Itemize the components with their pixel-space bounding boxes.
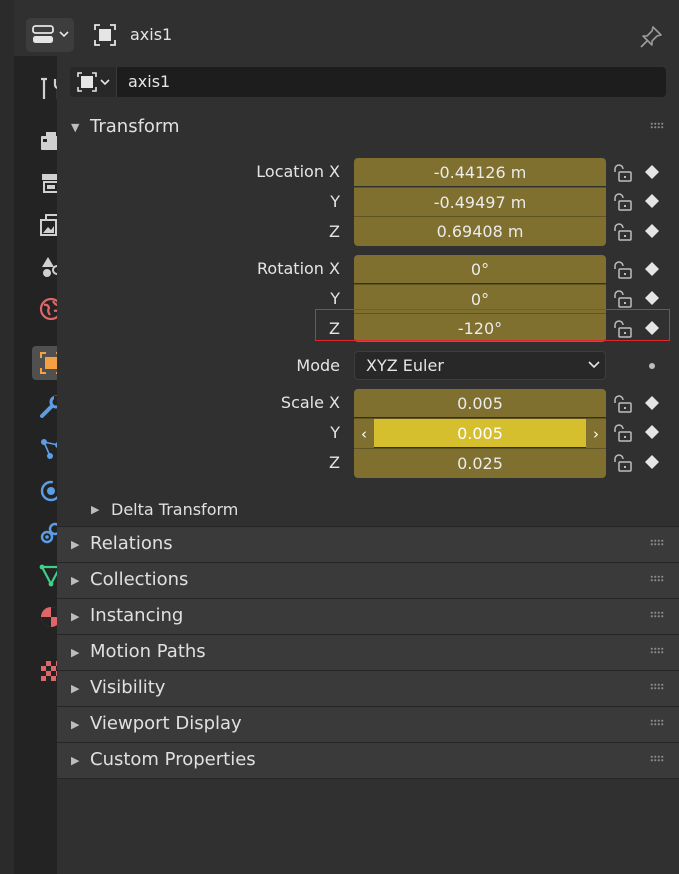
- location-x-label: Location X: [256, 162, 340, 181]
- location-y-field[interactable]: -0.49497 m: [354, 187, 606, 216]
- viewport-display-panel-header[interactable]: ▶ Viewport Display: [57, 706, 679, 742]
- expand-triangle-icon: ▶: [71, 538, 80, 551]
- object-type-dropdown[interactable]: [70, 67, 117, 97]
- keyframe-icon[interactable]: [644, 454, 660, 470]
- transform-title: Transform: [90, 116, 180, 137]
- viewport-edge: [0, 0, 14, 874]
- instancing-panel-header[interactable]: ▶ Instancing: [57, 598, 679, 634]
- rotation-x-label: Rotation X: [257, 259, 340, 278]
- keyframe-icon[interactable]: [644, 261, 660, 277]
- expand-triangle-icon: ▶: [71, 646, 80, 659]
- collapse-triangle-icon: ▼: [71, 121, 80, 134]
- location-x-field[interactable]: -0.44126 m: [354, 158, 606, 186]
- object-name-value: axis1: [128, 72, 171, 91]
- lock-icon[interactable]: [611, 162, 633, 184]
- rotation-mode-value: XYZ Euler: [366, 356, 444, 375]
- location-y-label: Y: [330, 192, 340, 211]
- visibility-panel-header[interactable]: ▶ Visibility: [57, 670, 679, 706]
- relations-panel-header[interactable]: ▶ Relations: [57, 526, 679, 562]
- location-z-field[interactable]: 0.69408 m: [354, 216, 606, 246]
- drag-grip-icon[interactable]: [650, 122, 664, 129]
- object-icon: [94, 24, 116, 46]
- delta-transform-title: Delta Transform: [111, 500, 239, 519]
- scale-z-label: Z: [329, 453, 340, 472]
- lock-icon[interactable]: [611, 191, 633, 213]
- keyframe-icon[interactable]: [644, 424, 660, 440]
- lock-icon[interactable]: [611, 288, 633, 310]
- viewport-display-title: Viewport Display: [90, 713, 242, 734]
- visibility-title: Visibility: [90, 677, 166, 698]
- expand-triangle-icon: ▶: [71, 682, 80, 695]
- expand-triangle-icon: ▶: [91, 503, 100, 516]
- keyframe-icon[interactable]: [644, 164, 660, 180]
- lock-icon[interactable]: [611, 393, 633, 415]
- expand-triangle-icon: ▶: [71, 574, 80, 587]
- location-z-label: Z: [329, 222, 340, 241]
- keyframe-icon[interactable]: [644, 223, 660, 239]
- custom-properties-title: Custom Properties: [90, 749, 256, 770]
- keyframe-icon[interactable]: [644, 395, 660, 411]
- keyframe-icon[interactable]: [644, 193, 660, 209]
- lock-icon[interactable]: [611, 422, 633, 444]
- expand-triangle-icon: ▶: [71, 718, 80, 731]
- drag-grip-icon[interactable]: [650, 683, 664, 690]
- keyframe-icon[interactable]: [644, 290, 660, 306]
- scale-x-field[interactable]: 0.005: [354, 389, 606, 417]
- expand-triangle-icon: ▶: [71, 610, 80, 623]
- drag-grip-icon[interactable]: [650, 719, 664, 726]
- instancing-title: Instancing: [90, 605, 184, 626]
- mode-label: Mode: [296, 356, 340, 375]
- highlight-box: [315, 309, 670, 341]
- transform-panel-header[interactable]: ▼ Transform: [57, 110, 679, 144]
- drag-grip-icon[interactable]: [650, 575, 664, 582]
- properties-tabs: [14, 56, 70, 874]
- lock-icon[interactable]: [611, 259, 633, 281]
- scale-y-field[interactable]: 0.005: [374, 418, 586, 447]
- rotation-y-label: Y: [330, 289, 340, 308]
- scale-z-field[interactable]: 0.025: [354, 448, 606, 478]
- delta-transform-header[interactable]: ▶ Delta Transform: [57, 492, 679, 526]
- collections-panel-header[interactable]: ▶ Collections: [57, 562, 679, 598]
- expand-triangle-icon: ▶: [71, 754, 80, 767]
- editor-type-button[interactable]: [26, 18, 74, 52]
- drag-grip-icon[interactable]: [650, 611, 664, 618]
- motion-paths-panel-header[interactable]: ▶ Motion Paths: [57, 634, 679, 670]
- drag-grip-icon[interactable]: [650, 539, 664, 546]
- lock-icon[interactable]: [611, 452, 633, 474]
- scale-x-label: Scale X: [280, 393, 340, 412]
- editor-type-icon: [32, 25, 69, 43]
- lock-icon[interactable]: [611, 221, 633, 243]
- rotation-x-field[interactable]: 0°: [354, 255, 606, 283]
- object-icon: [77, 72, 110, 92]
- collections-title: Collections: [90, 569, 189, 590]
- decrement-arrow-icon[interactable]: ‹: [354, 418, 374, 448]
- animate-dot-icon[interactable]: [649, 363, 655, 369]
- increment-arrow-icon[interactable]: ›: [586, 418, 606, 448]
- drag-grip-icon[interactable]: [650, 755, 664, 762]
- header-object-name: axis1: [130, 25, 173, 44]
- drag-grip-icon[interactable]: [650, 647, 664, 654]
- scale-y-label: Y: [330, 423, 340, 442]
- motion-paths-title: Motion Paths: [90, 641, 206, 662]
- chevron-down-icon: [588, 361, 600, 369]
- custom-properties-panel-header[interactable]: ▶ Custom Properties: [57, 742, 679, 779]
- pin-icon[interactable]: [638, 24, 664, 50]
- relations-title: Relations: [90, 533, 173, 554]
